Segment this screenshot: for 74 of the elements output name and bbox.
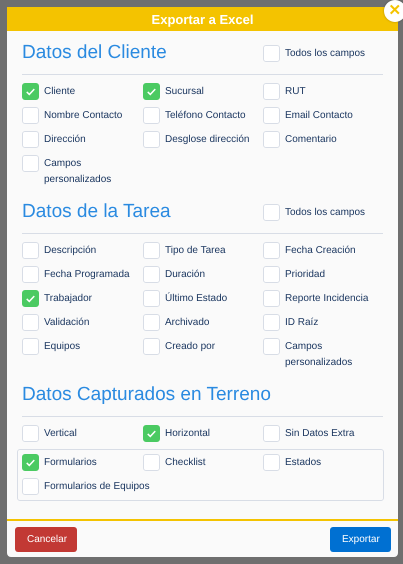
checkbox-label: Todos los campos [285,46,366,60]
checkbox-label: Reporte Incidencia [285,292,368,306]
checkbox[interactable] [22,478,39,495]
checkbox-label: Teléfono Contacto [165,109,246,123]
checkbox-label: Formularios [44,456,97,470]
checkbox-label: Cliente [44,85,76,99]
checkbox[interactable] [143,290,160,307]
checkbox-label: Dirección [44,133,86,147]
checkbox-label: Checklist [165,456,206,470]
checkbox-label: Prioridad [285,268,326,282]
checkbox-label: RUT [285,85,306,99]
checkbox-label: Equipos [44,340,80,354]
checkbox[interactable] [263,454,280,471]
checkbox[interactable] [22,454,39,471]
checkbox[interactable] [22,242,39,259]
checkbox-label: Tipo de Tarea [165,244,226,258]
checkbox-label: Desglose dirección [165,133,250,147]
checkbox[interactable] [263,425,280,442]
checkbox-label: Todos los campos [285,206,366,220]
section-title: Datos del Cliente [22,41,168,65]
checkbox[interactable] [143,425,160,442]
checkbox[interactable] [143,83,160,100]
section-title: Datos de la Tarea [22,200,172,224]
checkbox-label: Trabajador [44,292,92,306]
checkbox[interactable] [263,44,280,62]
checkbox[interactable] [143,242,160,259]
checkbox-label: Campos personalizados [285,340,354,370]
checkbox[interactable] [143,266,160,283]
checkbox[interactable] [263,204,280,220]
checkbox-label: Formularios de Equipos [44,480,150,494]
checkbox[interactable] [143,131,160,148]
checkbox[interactable] [263,266,280,283]
checkbox-label: ID Raíz [285,316,318,330]
cancel-button[interactable]: Cancelar [15,527,77,552]
export-button[interactable]: Exportar [330,527,391,552]
checkbox-label: Comentario [285,133,337,147]
checkbox[interactable] [22,290,39,307]
checkbox[interactable] [143,107,160,124]
checkbox-label: Horizontal [165,427,210,441]
checkbox-label: Fecha Creación [285,244,356,258]
checkbox[interactable] [143,314,160,331]
checkbox-label: Archivado [165,316,210,330]
checkbox-label: Estados [285,456,322,470]
checkbox[interactable] [263,290,280,307]
checkbox-label: Nombre Contacto [44,109,122,123]
checkbox-label: Campos personalizados [44,157,112,187]
checkbox[interactable] [263,107,280,124]
checkbox[interactable] [143,454,160,471]
checkbox-label: Creado por [165,340,216,354]
checkbox[interactable] [22,107,39,124]
section-title: Datos Capturados en Terreno [22,383,271,407]
checkbox[interactable] [22,338,39,355]
checkbox[interactable] [263,131,280,148]
checkbox[interactable] [22,314,39,331]
checkbox[interactable] [263,83,280,100]
checkbox[interactable] [22,131,39,148]
checkbox-label: Vertical [44,427,77,441]
checkbox[interactable] [263,338,280,355]
checkbox-label: Duración [165,268,206,282]
checkbox[interactable] [22,155,39,172]
checkbox-label: Sin Datos Extra [285,427,354,441]
checkbox-label: Descripción [44,244,96,258]
checkbox[interactable] [263,314,280,331]
checkbox[interactable] [22,266,39,283]
checkbox[interactable] [263,242,280,259]
checkbox-label: Último Estado [165,291,228,306]
checkbox-label: Validación [44,316,90,330]
checkbox-label: Sucursal [165,85,204,99]
checkbox[interactable] [22,425,39,442]
checkbox-label: Fecha Programada [44,268,130,282]
checkbox-label: Email Contacto [285,109,353,123]
checkbox[interactable] [143,338,160,355]
checkbox[interactable] [22,83,39,100]
dialog-title: Exportar a Excel [152,12,254,26]
